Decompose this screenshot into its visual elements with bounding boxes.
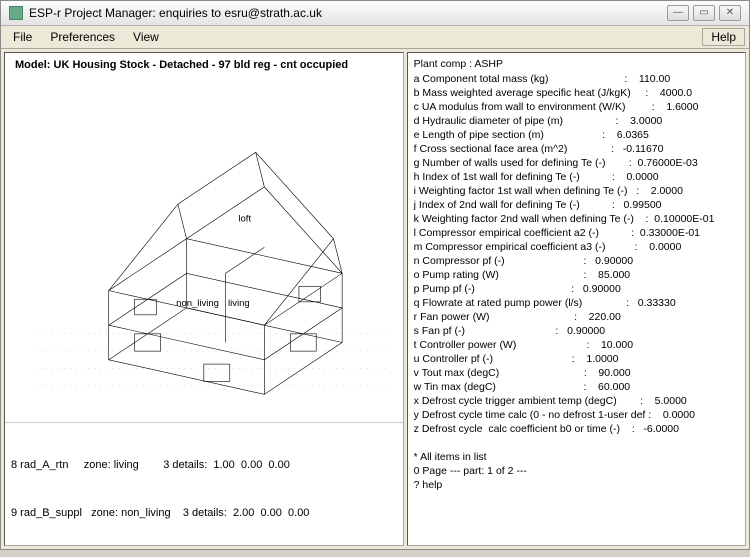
panel-footer1: * All items in list: [414, 450, 739, 464]
parameter-pane[interactable]: Plant comp : ASHP a Component total mass…: [407, 52, 746, 546]
param-row[interactable]: p Pump pf (-) : 0.90000: [414, 282, 739, 296]
menu-preferences[interactable]: Preferences: [42, 28, 123, 46]
status-row-1: 8 rad_A_rtn zone: living 3 details: 1.00…: [11, 457, 397, 473]
param-row[interactable]: a Component total mass (kg) : 110.00: [414, 72, 739, 86]
param-row[interactable]: v Tout max (degC) : 90.000: [414, 366, 739, 380]
model-canvas[interactable]: loft non_living living: [5, 73, 403, 422]
maximize-button[interactable]: ▭: [693, 5, 715, 21]
param-row[interactable]: t Controller power (W) : 10.000: [414, 338, 739, 352]
param-row[interactable]: n Compressor pf (-) : 0.90000: [414, 254, 739, 268]
menu-view[interactable]: View: [125, 28, 167, 46]
param-row[interactable]: y Defrost cycle time calc (0 - no defros…: [414, 408, 739, 422]
param-row[interactable]: w Tin max (degC) : 60.000: [414, 380, 739, 394]
label-loft: loft: [238, 213, 251, 224]
content-area: Model: UK Housing Stock - Detached - 97 …: [1, 49, 749, 549]
param-row[interactable]: u Controller pf (-) : 1.0000: [414, 352, 739, 366]
param-row[interactable]: f Cross sectional face area (m^2) : -0.1…: [414, 142, 739, 156]
model-title: Model: UK Housing Stock - Detached - 97 …: [5, 53, 403, 73]
param-row[interactable]: e Length of pipe section (m) : 6.0365: [414, 128, 739, 142]
app-icon: [9, 6, 23, 20]
param-row[interactable]: b Mass weighted average specific heat (J…: [414, 86, 739, 100]
param-row[interactable]: x Defrost cycle trigger ambient temp (de…: [414, 394, 739, 408]
param-row[interactable]: h Index of 1st wall for defining Te (-) …: [414, 170, 739, 184]
minimize-button[interactable]: —: [667, 5, 689, 21]
label-living: living: [228, 298, 250, 309]
model-pane: Model: UK Housing Stock - Detached - 97 …: [4, 52, 404, 546]
param-row[interactable]: g Number of walls used for defining Te (…: [414, 156, 739, 170]
param-row[interactable]: k Weighting factor 2nd wall when definin…: [414, 212, 739, 226]
param-row[interactable]: o Pump rating (W) : 85.000: [414, 268, 739, 282]
status-row-2: 9 rad_B_suppl zone: non_living 3 details…: [11, 505, 397, 521]
param-row[interactable]: s Fan pf (-) : 0.90000: [414, 324, 739, 338]
panel-blank: [414, 436, 739, 450]
param-row[interactable]: q Flowrate at rated pump power (l/s) : 0…: [414, 296, 739, 310]
window-controls: — ▭ ✕: [667, 5, 741, 21]
help-button[interactable]: Help: [702, 28, 745, 46]
param-list: a Component total mass (kg) : 110.00b Ma…: [414, 72, 739, 436]
param-row[interactable]: m Compressor empirical coefficient a3 (-…: [414, 240, 739, 254]
wireframe-svg: loft non_living living: [5, 73, 403, 422]
panel-footer2: 0 Page --- part: 1 of 2 ---: [414, 464, 739, 478]
window-title: ESP-r Project Manager: enquiries to esru…: [29, 6, 322, 20]
param-row[interactable]: z Defrost cycle calc coefficient b0 or t…: [414, 422, 739, 436]
param-row[interactable]: i Weighting factor 1st wall when definin…: [414, 184, 739, 198]
param-row[interactable]: c UA modulus from wall to environment (W…: [414, 100, 739, 114]
app-window: ESP-r Project Manager: enquiries to esru…: [0, 0, 750, 550]
param-row[interactable]: l Compressor empirical coefficient a2 (-…: [414, 226, 739, 240]
status-rows: 8 rad_A_rtn zone: living 3 details: 1.00…: [5, 422, 403, 557]
titlebar: ESP-r Project Manager: enquiries to esru…: [1, 1, 749, 26]
close-button[interactable]: ✕: [719, 5, 741, 21]
menu-file[interactable]: File: [5, 28, 40, 46]
panel-footer4: ? help: [414, 478, 739, 492]
menubar: File Preferences View Help: [1, 26, 749, 49]
label-nonliving: non_living: [176, 298, 219, 309]
param-row[interactable]: r Fan power (W) : 220.00: [414, 310, 739, 324]
param-row[interactable]: d Hydraulic diameter of pipe (m) : 3.000…: [414, 114, 739, 128]
panel-header: Plant comp : ASHP: [414, 57, 739, 71]
param-row[interactable]: j Index of 2nd wall for defining Te (-) …: [414, 198, 739, 212]
